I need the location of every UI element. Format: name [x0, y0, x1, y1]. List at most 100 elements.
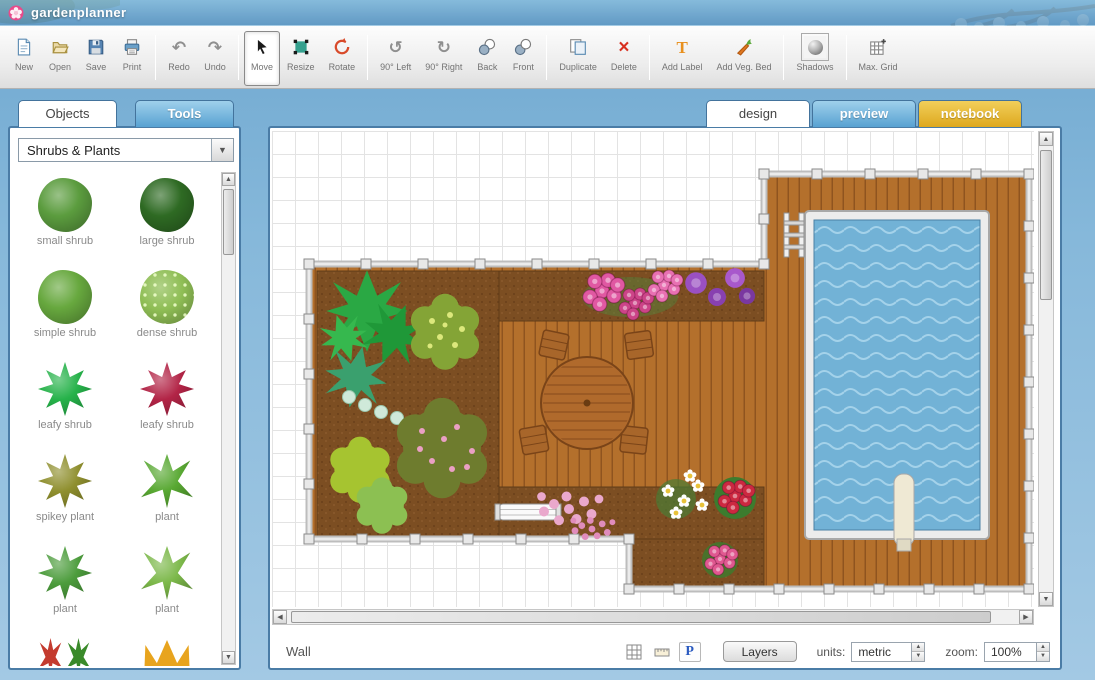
plant-item[interactable]: large shrub [116, 172, 218, 264]
rotate-button[interactable]: Rotate [322, 31, 363, 86]
plant-item[interactable]: leafy shrub [14, 356, 116, 448]
plant-label: dense shrub [137, 327, 198, 339]
scroll-right-icon[interactable]: ▶ [1019, 610, 1033, 624]
redo-button[interactable]: ↶ Redo [161, 31, 197, 86]
scroll-up-icon[interactable]: ▲ [222, 173, 235, 186]
rotate-90-left-button[interactable]: ↺ 90° Left [373, 31, 418, 86]
shadows-icon [804, 36, 826, 58]
toolbar-label: Back [477, 62, 497, 72]
toolbar-label: Redo [168, 62, 190, 72]
p-view-label: P [685, 644, 694, 660]
ruler-button[interactable] [651, 642, 673, 662]
stepper-down-icon[interactable]: ▼ [1037, 652, 1049, 661]
scrollbar-thumb[interactable] [291, 611, 991, 623]
delete-icon: × [613, 36, 635, 58]
canvas-horizontal-scrollbar[interactable]: ◀ ▶ [272, 609, 1034, 625]
tab-notebook[interactable]: notebook [918, 100, 1022, 127]
app-title: gardenplanner [31, 5, 127, 20]
delete-button[interactable]: × Delete [604, 31, 644, 86]
stepper-up-icon[interactable]: ▲ [912, 643, 924, 653]
plant-item[interactable]: dense shrub [116, 264, 218, 356]
ruler-icon [654, 644, 670, 660]
scroll-down-icon[interactable]: ▼ [1039, 592, 1053, 606]
zoom-stepper[interactable]: ▲ ▼ [1036, 643, 1049, 661]
stepper-down-icon[interactable]: ▼ [912, 652, 924, 661]
plant-label: plant [155, 603, 179, 615]
plant-item[interactable]: simple shrub [14, 264, 116, 356]
dropdown-arrow-button[interactable]: ▼ [211, 139, 233, 161]
garden-plan[interactable] [272, 131, 1034, 607]
scroll-up-icon[interactable]: ▲ [1039, 132, 1053, 146]
grid-toggle-button[interactable] [623, 642, 645, 662]
resize-button[interactable]: Resize [280, 31, 322, 86]
rotate-90-right-icon: ↻ [433, 36, 455, 58]
design-canvas[interactable] [272, 131, 1034, 607]
plant-icon [140, 546, 194, 600]
duplicate-button[interactable]: Duplicate [552, 31, 604, 86]
toolbar-label: Front [513, 62, 534, 72]
leafy-plant-icon [38, 362, 92, 416]
stepper-up-icon[interactable]: ▲ [1037, 643, 1049, 653]
toolbar-label: Undo [204, 62, 226, 72]
plant-item[interactable]: plant [116, 540, 218, 632]
plant-label: simple shrub [34, 327, 96, 339]
zoom-select[interactable]: 100% ▲ ▼ [984, 642, 1050, 662]
category-dropdown[interactable]: Shrubs & Plants ▼ [18, 138, 234, 162]
zoom-label: zoom: [945, 645, 978, 659]
shrub-icon [140, 178, 194, 232]
redo-icon: ↶ [168, 36, 190, 58]
tab-tools[interactable]: Tools [135, 100, 234, 127]
tab-preview[interactable]: preview [812, 100, 916, 127]
plant-item[interactable]: spikey plant [14, 448, 116, 540]
rotate-90-right-button[interactable]: ↻ 90° Right [418, 31, 469, 86]
scrollbar-thumb[interactable] [1040, 150, 1052, 300]
pool-lounger[interactable] [894, 474, 914, 551]
plant-item[interactable]: plant [116, 448, 218, 540]
open-button[interactable]: Open [42, 31, 78, 86]
bring-to-front-button[interactable]: Front [505, 31, 541, 86]
toolbar: New Open Save Print ↶ Redo ↷ Und [0, 26, 1095, 89]
shadows-button[interactable]: Shadows [789, 31, 840, 86]
gardenplanner-logo-icon [8, 5, 24, 21]
toolbar-label: 90° Right [425, 62, 462, 72]
print-button[interactable]: Print [114, 31, 150, 86]
add-veg-bed-button[interactable]: Add Veg. Bed [709, 31, 778, 86]
plant-item[interactable]: plant [14, 540, 116, 632]
leafy-plant-icon [140, 362, 194, 416]
move-button[interactable]: Move [244, 31, 280, 86]
plant-item[interactable] [116, 632, 218, 666]
units-select[interactable]: metric ▲ ▼ [851, 642, 925, 662]
plant-label: spikey plant [36, 511, 94, 523]
max-grid-button[interactable]: Max. Grid [852, 31, 905, 86]
units-stepper[interactable]: ▲ ▼ [911, 643, 924, 661]
toolbar-separator [367, 35, 368, 80]
undo-button[interactable]: ↷ Undo [197, 31, 233, 86]
toolbar-label: Print [123, 62, 142, 72]
toolbar-separator [783, 35, 784, 80]
add-label-button[interactable]: T Add Label [655, 31, 710, 86]
tab-design[interactable]: design [706, 100, 810, 127]
plant-item[interactable]: leafy shrub [116, 356, 218, 448]
canvas-vertical-scrollbar[interactable]: ▲ ▼ [1038, 131, 1054, 607]
plant-label: large shrub [139, 235, 194, 247]
grid-icon [626, 644, 642, 660]
plant-item[interactable] [14, 632, 116, 666]
print-icon [121, 36, 143, 58]
toolbar-label: Add Label [662, 62, 703, 72]
p-view-button[interactable]: P [679, 642, 701, 662]
move-cursor-icon [251, 36, 273, 58]
green-leaf-icon [66, 638, 91, 666]
save-button[interactable]: Save [78, 31, 114, 86]
scroll-left-icon[interactable]: ◀ [273, 610, 287, 624]
send-to-back-button[interactable]: Back [469, 31, 505, 86]
layers-button[interactable]: Layers [723, 641, 797, 662]
shrub-icon [38, 178, 92, 232]
save-icon [85, 36, 107, 58]
shrub-icon [140, 270, 194, 324]
scroll-down-icon[interactable]: ▼ [222, 651, 235, 664]
new-button[interactable]: New [6, 31, 42, 86]
sidebar-scrollbar[interactable]: ▲ ▼ [221, 172, 236, 665]
plant-item[interactable]: small shrub [14, 172, 116, 264]
tab-objects[interactable]: Objects [18, 100, 117, 127]
scrollbar-thumb[interactable] [223, 189, 234, 255]
